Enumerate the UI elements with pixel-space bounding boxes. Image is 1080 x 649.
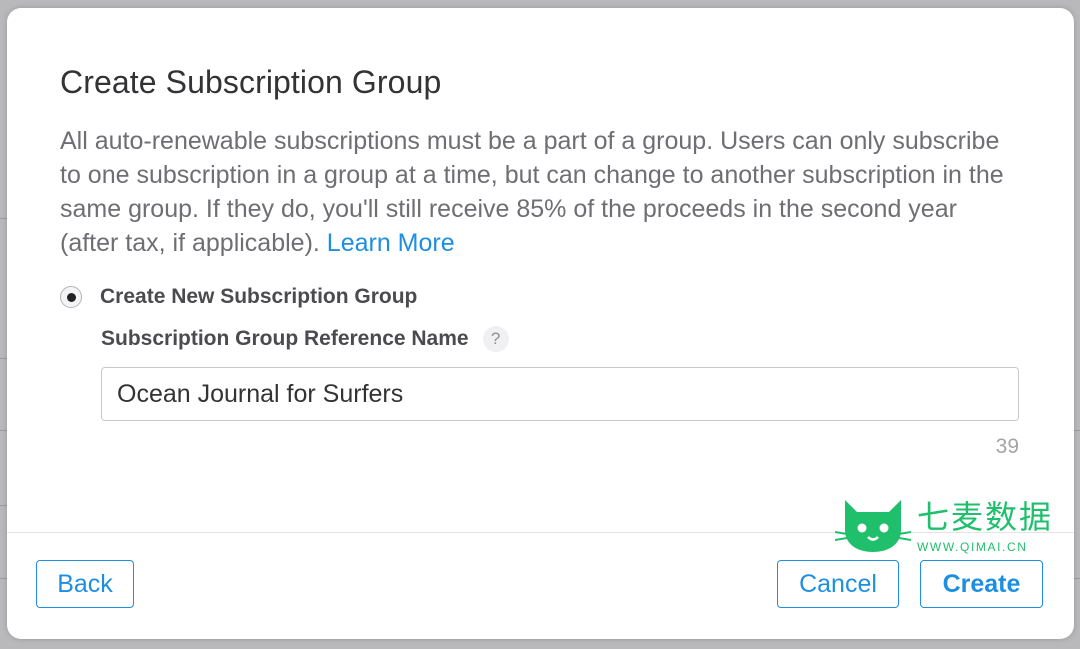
bg-divider [0,430,7,431]
description-text: All auto-renewable subscriptions must be… [60,127,1004,257]
watermark-name: 七麦数据 [917,498,1054,536]
radio-button[interactable] [60,286,82,308]
back-button[interactable]: Back [36,560,134,608]
reference-name-input[interactable] [101,367,1019,421]
reference-name-label-row: Subscription Group Reference Name ? [101,326,509,352]
bg-divider [0,505,7,506]
dialog-title: Create Subscription Group [60,64,442,100]
dialog-description: All auto-renewable subscriptions must be… [60,124,1010,260]
bg-divider [1074,430,1080,431]
radio-selected-dot [66,292,76,302]
bg-divider [0,578,7,579]
character-counter: 39 [995,435,1019,458]
create-new-group-option[interactable]: Create New Subscription Group [60,285,417,309]
watermark-text: 七麦数据 WWW.QIMAI.CN [917,492,1053,554]
bg-divider [1074,578,1080,579]
help-icon[interactable]: ? [482,326,509,352]
cancel-button[interactable]: Cancel [777,560,899,608]
reference-name-label: Subscription Group Reference Name [101,327,469,350]
radio-label: Create New Subscription Group [100,285,418,308]
create-button[interactable]: Create [920,560,1043,608]
bg-divider [0,218,7,219]
watermark: 七麦数据 WWW.QIMAI.CN [835,492,1053,554]
bg-divider [0,358,7,359]
learn-more-link[interactable]: Learn More [327,229,455,257]
cat-logo-icon [835,500,911,552]
watermark-url: WWW.QIMAI.CN [917,540,1028,554]
